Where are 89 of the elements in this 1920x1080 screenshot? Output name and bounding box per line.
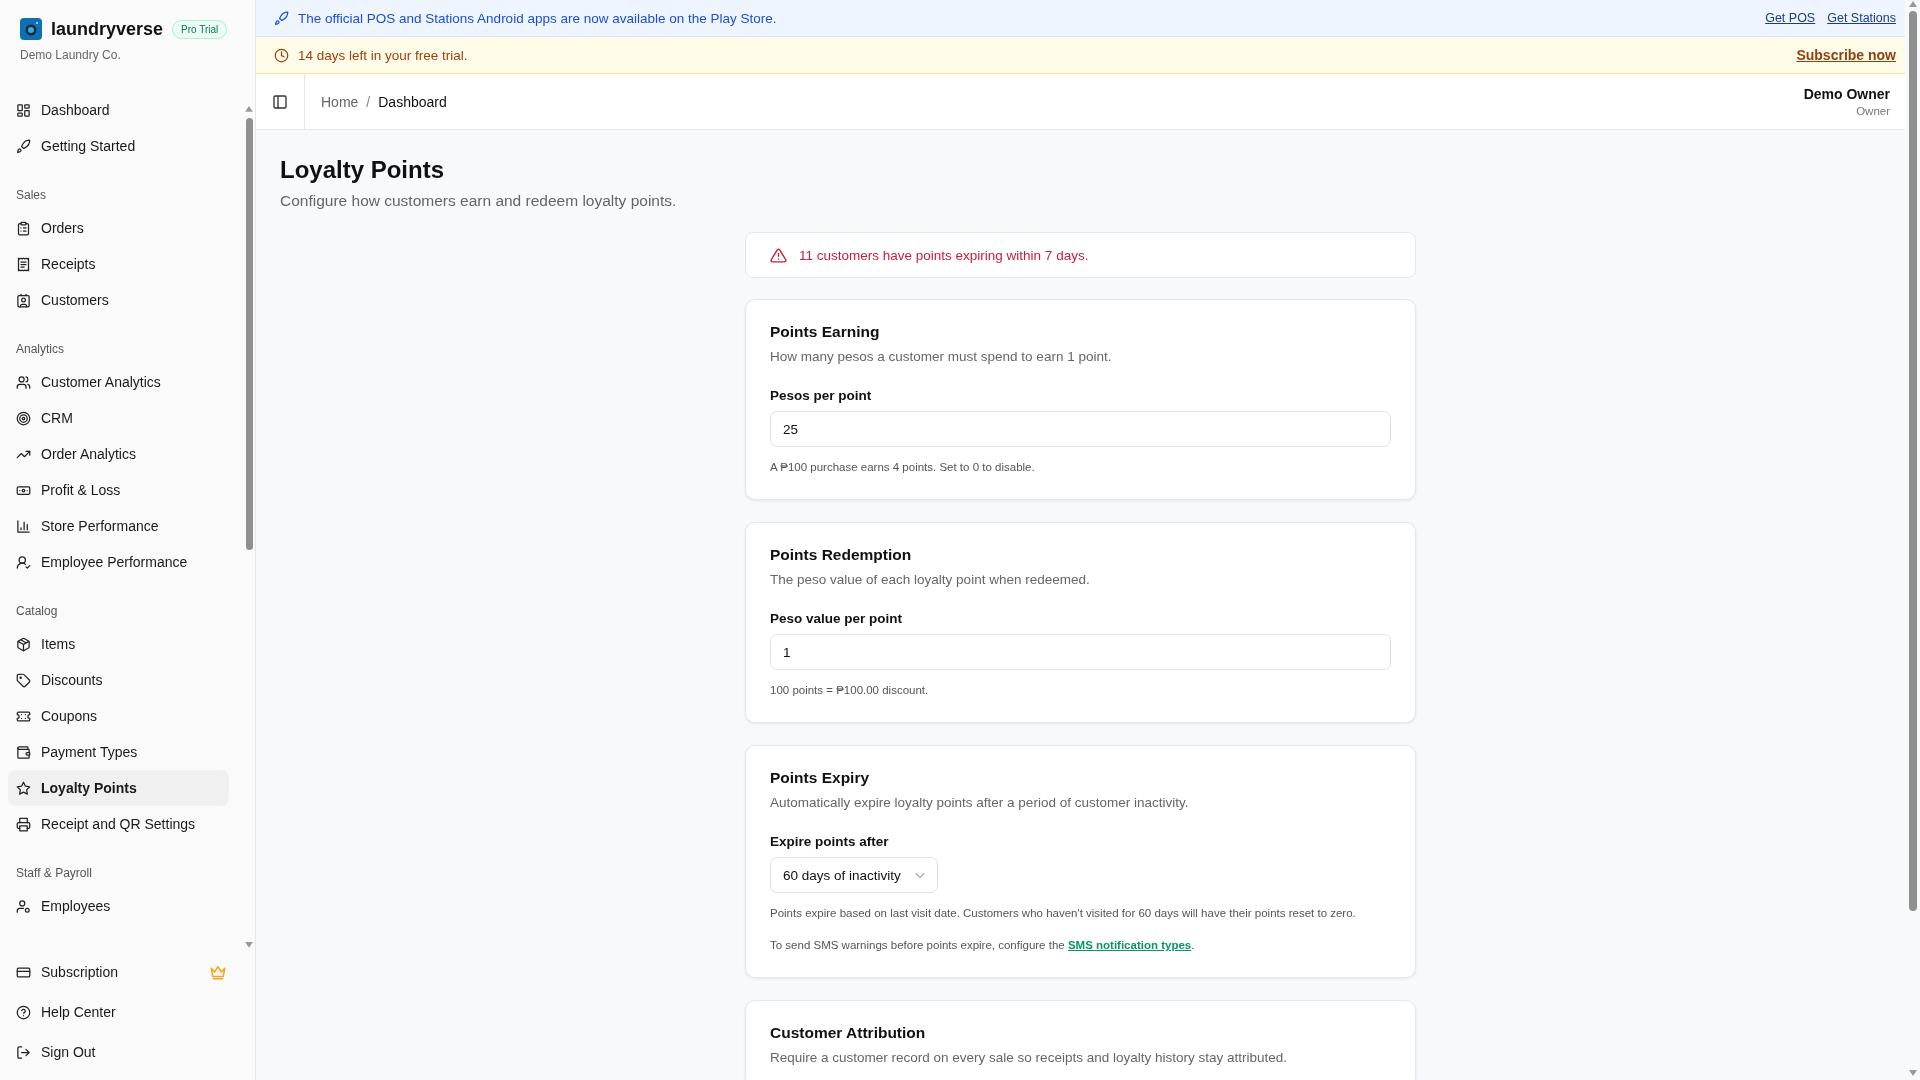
user-gear-icon	[16, 898, 31, 914]
field-label: Pesos per point	[770, 388, 873, 403]
nav-item[interactable]: Getting Started	[8, 128, 229, 164]
brand-name: laundryverse	[51, 18, 164, 40]
card-title: Customer Attribution	[770, 1024, 927, 1042]
help-icon	[16, 1004, 31, 1020]
organization-name: Demo Laundry Co.	[20, 48, 122, 62]
banner-link[interactable]: Get Stations	[1827, 11, 1896, 25]
credit-card-icon	[16, 964, 31, 980]
warning-icon	[770, 246, 787, 264]
chevron-down-icon	[914, 871, 925, 879]
nav-item[interactable]: Customers	[8, 282, 229, 318]
help-text: To send SMS warnings before points expire, configure the SMS notification types.	[770, 939, 1196, 951]
help-text: Points expire based on last visit date. Customers who haven't visited for 60 days will have their points reset to zero.	[770, 907, 1357, 919]
crown-icon	[209, 963, 227, 981]
nav-item[interactable]: Employees	[8, 888, 229, 924]
contact-card-icon	[16, 292, 31, 308]
banner-link[interactable]: Subscribe now	[1796, 47, 1896, 63]
clipboard-icon	[16, 220, 31, 236]
nav-item[interactable]: Store Performance	[8, 508, 229, 544]
scroll-up-icon[interactable]	[245, 106, 253, 112]
field-label: Expire points after	[770, 834, 890, 849]
scroll-down-icon[interactable]	[245, 942, 253, 948]
logo-icon	[20, 18, 42, 40]
dashboard-icon	[16, 102, 31, 118]
user-check-icon	[16, 554, 31, 570]
receipt-icon	[16, 256, 31, 272]
plan-badge: Pro Trial	[172, 19, 228, 39]
printer-icon	[16, 816, 31, 832]
card-title: Points Earning	[770, 323, 881, 341]
sidebar-toggle-icon[interactable]	[272, 93, 288, 110]
tag-icon	[16, 672, 31, 688]
nav-item[interactable]: Items	[8, 626, 229, 662]
scrollbar-thumb[interactable]	[1908, 11, 1917, 911]
nav-item[interactable]: Loyalty Points	[8, 770, 229, 806]
nav-item[interactable]: Sign Out	[8, 1032, 235, 1072]
section-heading: Staff & Payroll	[16, 865, 93, 882]
input-field[interactable]: 25	[770, 411, 1391, 447]
breadcrumb-link[interactable]: Home	[321, 93, 359, 110]
target-icon	[16, 410, 31, 426]
sign-out-icon	[16, 1044, 31, 1060]
breadcrumb-link[interactable]: Dashboard	[378, 93, 447, 110]
star-icon	[16, 780, 31, 796]
scroll-down-icon[interactable]	[1908, 1070, 1917, 1076]
package-icon	[16, 636, 31, 652]
alert-text: 11 customers have points expiring within 7 days.	[799, 247, 1089, 263]
field-label: Peso value per point	[770, 611, 904, 626]
card-description: The peso value of each loyalty point when redeemed.	[770, 572, 1091, 587]
nav-item[interactable]: Customer Analytics	[8, 364, 229, 400]
card-title: Points Expiry	[770, 769, 871, 787]
users-icon	[16, 374, 31, 390]
input-field[interactable]: 1	[770, 634, 1391, 670]
ticket-icon	[16, 708, 31, 724]
card-description: Automatically expire loyalty points after a period of customer inactivity.	[770, 795, 1190, 810]
clock-icon	[274, 47, 289, 63]
scrollbar-thumb[interactable]	[245, 117, 253, 551]
nav-item[interactable]: Help Center	[8, 992, 235, 1032]
section-heading: Analytics	[16, 341, 66, 358]
section-heading: Sales	[16, 187, 48, 204]
nav-item[interactable]: Order Analytics	[8, 436, 229, 472]
banner-link[interactable]: Get POS	[1765, 11, 1816, 25]
scroll-up-icon[interactable]	[1908, 1, 1917, 7]
wallet-icon	[16, 744, 31, 760]
banner-text: The official POS and Stations Android apps are now available on the Play Store.	[298, 10, 778, 26]
nav-item[interactable]: Employee Performance	[8, 544, 229, 580]
nav-item[interactable]: Orders	[8, 210, 229, 246]
card-description: Require a customer record on every sale so receipts and loyalty history stay attributed.	[770, 1050, 1288, 1065]
nav-item[interactable]: Subscription	[8, 952, 235, 992]
section-heading: Catalog	[16, 603, 59, 620]
help-text: A ₱100 purchase earns 4 points. Set to 0 to disable.	[770, 461, 1036, 473]
bar-chart-icon	[16, 518, 31, 534]
nav-item[interactable]: Payment Types	[8, 734, 229, 770]
card-description: How many pesos a customer must spend to earn 1 point.	[770, 349, 1113, 364]
page-subtitle: Configure how customers earn and redeem loyalty points.	[280, 192, 678, 210]
help-text: 100 points = ₱100.00 discount.	[770, 684, 930, 696]
page-title: Loyalty Points	[280, 156, 446, 184]
nav-item[interactable]: Dashboard	[8, 92, 229, 128]
breadcrumb-separator: /	[366, 93, 371, 110]
nav-item[interactable]: Receipts	[8, 246, 229, 282]
nav-item[interactable]: Coupons	[8, 698, 229, 734]
select-dropdown[interactable]: 60 days of inactivity	[770, 857, 938, 893]
user-role: Owner	[1855, 105, 1890, 117]
banner-text: 14 days left in your free trial.	[298, 47, 469, 63]
nav-item[interactable]: Discounts	[8, 662, 229, 698]
nav-item[interactable]: Receipt and QR Settings	[8, 806, 229, 842]
card-title: Points Redemption	[770, 546, 913, 564]
nav-item[interactable]: CRM	[8, 400, 229, 436]
user-name: Demo Owner	[1803, 86, 1890, 102]
nav-item[interactable]: Profit & Loss	[8, 472, 229, 508]
